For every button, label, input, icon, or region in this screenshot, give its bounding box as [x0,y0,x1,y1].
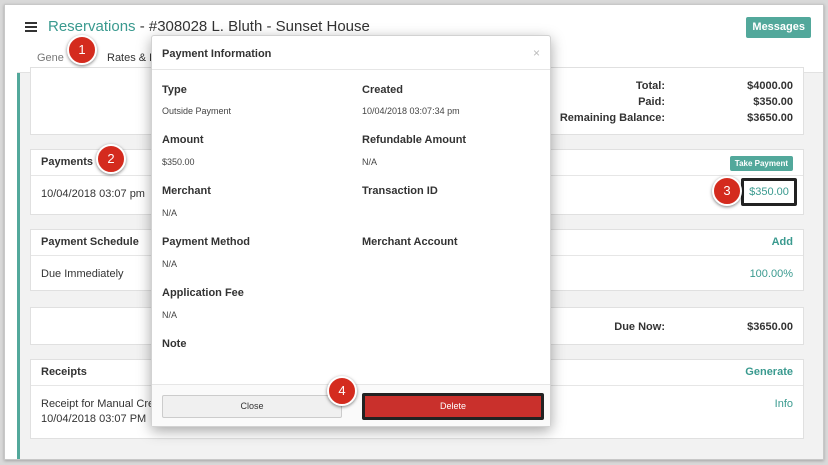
page-title: Reservations - #308028 L. Bluth - Sunset… [48,18,370,35]
created-label: Created [362,84,403,96]
close-icon[interactable]: × [533,46,540,60]
reservation-title: - #308028 L. Bluth - Sunset House [135,18,370,35]
refundable-amount-value: N/A [362,157,378,167]
schedule-title: Payment Schedule [41,236,139,248]
receipts-title: Receipts [41,366,87,378]
due-now-value: $3650.00 [747,321,793,333]
hamburger-icon[interactable] [25,22,37,32]
payment-method-label: Payment Method [162,236,251,248]
amount-label: Amount [162,134,204,146]
schedule-row-label: Due Immediately [41,268,124,280]
paid-label: Paid: [638,96,665,108]
transaction-id-label: Transaction ID [362,185,438,197]
step-badge-3: 3 [712,176,742,206]
receipt-line2: 10/04/2018 03:07 PM [41,413,147,425]
payment-method-value: N/A [162,259,178,269]
total-label: Total: [635,80,665,92]
total-value: $4000.00 [747,80,793,92]
generate-receipt-link[interactable]: Generate [745,366,793,378]
delete-button[interactable]: Delete [362,393,544,420]
receipt-info-link[interactable]: Info [775,398,793,410]
note-label: Note [162,338,187,350]
step-badge-1: 1 [67,35,97,65]
amount-value: $350.00 [162,157,195,167]
messages-button[interactable]: Messages [746,17,811,38]
modal-header: Payment Information × [152,36,550,70]
application-fee-label: Application Fee [162,287,244,299]
type-label: Type [162,84,187,96]
payment-date: 10/04/2018 03:07 pm [41,188,145,200]
merchant-value: N/A [162,208,178,218]
remaining-label: Remaining Balance: [559,112,665,124]
payment-information-modal: Payment Information × Type Outside Payme… [151,35,551,427]
payment-amount-link[interactable]: $350.00 [741,178,797,206]
refundable-amount-label: Refundable Amount [362,134,467,146]
paid-value: $350.00 [753,96,793,108]
due-now-label: Due Now: [614,321,665,333]
add-schedule-link[interactable]: Add [772,236,793,248]
receipt-line1: Receipt for Manual Cre [41,398,155,410]
schedule-row-percent: 100.00% [749,268,793,280]
close-button[interactable]: Close [162,395,342,418]
reservations-link[interactable]: Reservations [48,18,136,35]
merchant-account-label: Merchant Account [362,236,458,248]
step-badge-4: 4 [327,376,357,406]
app-window: Reservations - #308028 L. Bluth - Sunset… [4,4,824,460]
merchant-label: Merchant [162,185,211,197]
step-badge-2: 2 [96,144,126,174]
application-fee-value: N/A [162,310,178,320]
remaining-value: $3650.00 [747,112,793,124]
created-value: 10/04/2018 03:07:34 pm [362,106,460,116]
modal-title: Payment Information [162,48,272,60]
take-payment-button[interactable]: Take Payment [729,156,793,171]
type-value: Outside Payment [162,106,232,116]
payments-title: Payments [41,156,93,168]
